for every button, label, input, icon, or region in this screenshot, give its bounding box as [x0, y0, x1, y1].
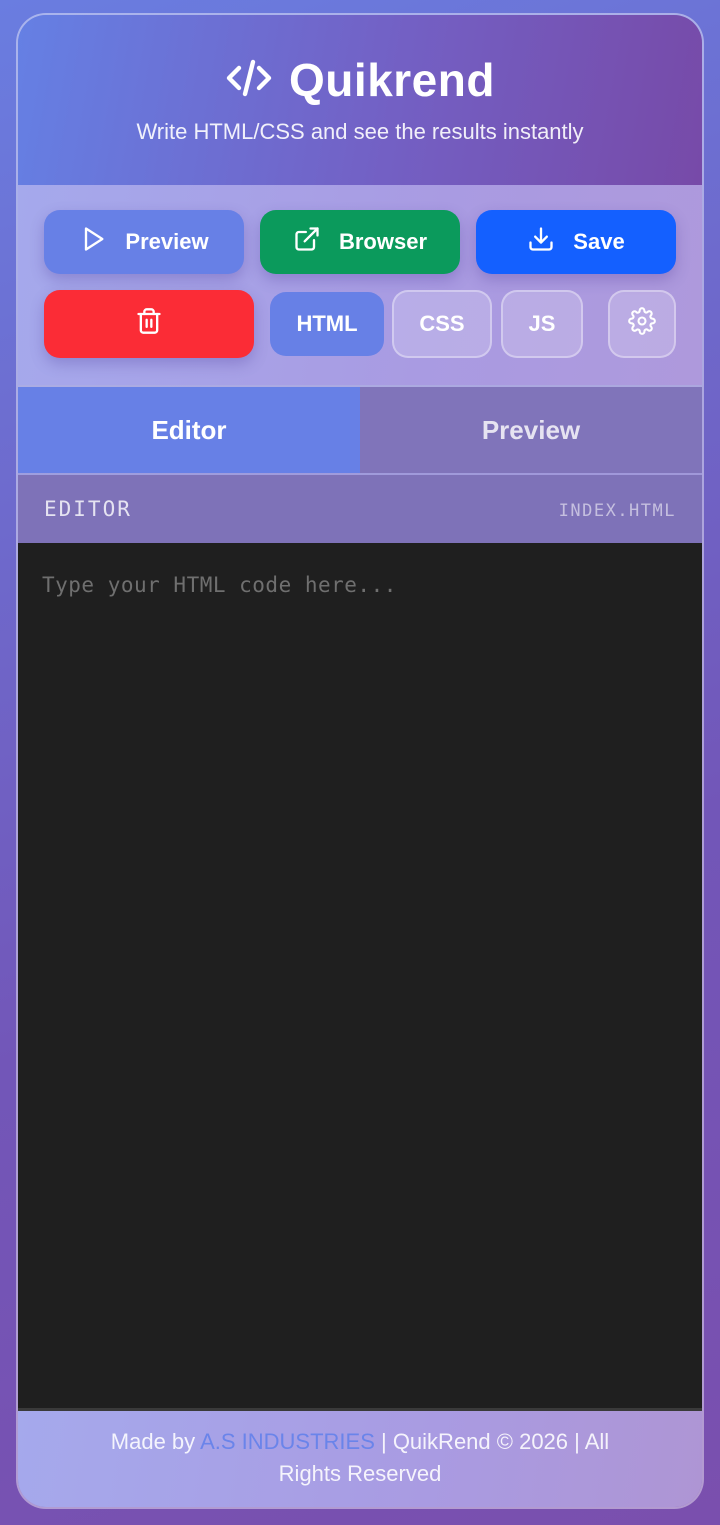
trash-icon: [135, 307, 163, 341]
tab-preview[interactable]: Preview: [360, 387, 702, 473]
gear-icon: [628, 307, 656, 341]
play-icon: [79, 225, 107, 259]
preview-button[interactable]: Preview: [44, 210, 244, 274]
save-button[interactable]: Save: [476, 210, 676, 274]
toolbar: Preview Browser Save HTML CSS JS: [18, 185, 702, 385]
author-link[interactable]: A.S INDUSTRIES: [200, 1429, 375, 1454]
tab-editor[interactable]: Editor: [18, 387, 360, 473]
file-name-label: INDEX.HTML: [558, 501, 676, 521]
code-icon: [225, 54, 273, 107]
language-js-button[interactable]: JS: [501, 290, 583, 358]
language-css-button[interactable]: CSS: [392, 290, 492, 358]
browser-button-label: Browser: [338, 229, 428, 254]
editor-header: EDITOR INDEX.HTML: [18, 475, 702, 544]
code-input[interactable]: [18, 543, 702, 1408]
open-in-browser-button[interactable]: Browser: [260, 210, 460, 274]
app-footer: Made by A.S INDUSTRIES | QuikRend © 2026…: [18, 1411, 702, 1507]
download-icon: [527, 225, 555, 259]
clear-button[interactable]: [44, 290, 254, 358]
editor-label: EDITOR: [44, 497, 132, 521]
app-header: Quikrend Write HTML/CSS and see the resu…: [18, 15, 702, 186]
settings-button[interactable]: [608, 290, 676, 358]
view-tabs: Editor Preview: [18, 385, 702, 475]
footer-prefix: Made by: [110, 1429, 201, 1454]
preview-button-label: Preview: [125, 229, 209, 254]
language-html-button[interactable]: HTML: [270, 292, 384, 356]
app-title: Quikrend: [289, 54, 495, 106]
code-editor: [18, 543, 702, 1411]
app-subtitle: Write HTML/CSS and see the results insta…: [136, 119, 584, 144]
external-link-icon: [293, 225, 321, 259]
save-button-label: Save: [573, 229, 625, 254]
app-container: Quikrend Write HTML/CSS and see the resu…: [16, 13, 704, 1509]
title-row: Quikrend: [18, 53, 702, 107]
